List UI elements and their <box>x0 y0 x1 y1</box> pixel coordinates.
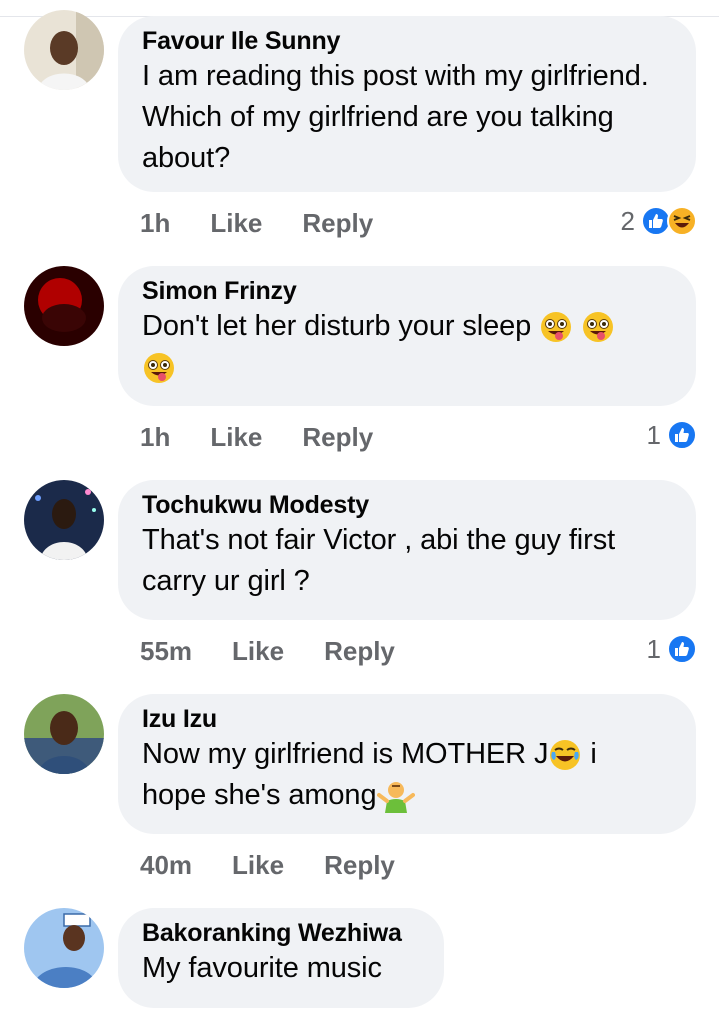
avatar[interactable] <box>24 266 104 346</box>
comment-text: I am reading this post with my girlfrien… <box>142 60 649 174</box>
comment-bubble: Bakoranking Wezhiwa My favourite music <box>118 908 444 1008</box>
comment-time[interactable]: 55m <box>140 636 192 667</box>
comment-text: Don't let her disturb your sleep <box>142 306 672 388</box>
zany-face-emoji <box>583 312 614 343</box>
comment-actions: 1h Like Reply <box>140 420 413 454</box>
comment-text: My favourite music <box>142 952 382 984</box>
reply-button[interactable]: Reply <box>324 850 395 881</box>
avatar[interactable] <box>24 908 104 988</box>
haha-icon <box>667 206 697 236</box>
comment-text: Now my girlfriend is MOTHER J i hope she… <box>142 734 672 816</box>
zany-face-emoji <box>144 353 174 384</box>
tears-of-joy-emoji <box>550 740 581 771</box>
comment-bubble: Izu Izu Now my girlfriend is MOTHER J i … <box>118 694 696 834</box>
like-icon <box>667 420 697 450</box>
zany-face-emoji <box>541 312 572 343</box>
like-icon <box>667 634 697 664</box>
comment-time[interactable]: 1h <box>140 422 170 453</box>
reaction-summary[interactable]: 1 <box>647 417 697 453</box>
comment-text-content: hope she's among <box>142 779 377 811</box>
reaction-count: 1 <box>646 633 661 664</box>
comment-author[interactable]: Izu Izu <box>142 704 672 734</box>
like-button[interactable]: Like <box>210 208 262 239</box>
reaction-count: 1 <box>646 419 661 450</box>
comment-text-content: Now my girlfriend is MOTHER J <box>142 738 549 770</box>
like-button[interactable]: Like <box>210 422 262 453</box>
comment-text-content: Don't let her disturb your sleep <box>142 310 532 342</box>
reply-button[interactable]: Reply <box>324 636 395 667</box>
comment-author[interactable]: Simon Frinzy <box>142 276 672 306</box>
comment-actions: 55m Like Reply <box>140 634 435 668</box>
avatar[interactable] <box>24 10 104 90</box>
comment-actions: 1h Like Reply <box>140 206 413 240</box>
person-shrugging-emoji <box>376 782 415 814</box>
reaction-summary[interactable]: 2 <box>621 203 697 239</box>
comment-time[interactable]: 40m <box>140 850 192 881</box>
reply-button[interactable]: Reply <box>302 208 373 239</box>
comment-text-content: i <box>582 738 597 770</box>
avatar[interactable] <box>24 694 104 774</box>
comment-author[interactable]: Favour Ile Sunny <box>142 26 672 56</box>
comment-bubble: Favour Ile Sunny I am reading this post … <box>118 16 696 192</box>
like-button[interactable]: Like <box>232 636 284 667</box>
like-button[interactable]: Like <box>232 850 284 881</box>
comment-time[interactable]: 1h <box>140 208 170 239</box>
reaction-summary[interactable]: 1 <box>647 631 697 667</box>
comment-actions: 40m Like Reply <box>140 848 435 882</box>
comment-text: That's not fair Victor , abi the guy fir… <box>142 524 616 597</box>
reply-button[interactable]: Reply <box>302 422 373 453</box>
comment-author[interactable]: Bakoranking Wezhiwa <box>142 918 420 948</box>
comment-bubble: Tochukwu Modesty That's not fair Victor … <box>118 480 696 620</box>
comment-author[interactable]: Tochukwu Modesty <box>142 490 672 520</box>
avatar[interactable] <box>24 480 104 560</box>
reaction-count: 2 <box>620 205 635 236</box>
comment-bubble: Simon Frinzy Don't let her disturb your … <box>118 266 696 406</box>
